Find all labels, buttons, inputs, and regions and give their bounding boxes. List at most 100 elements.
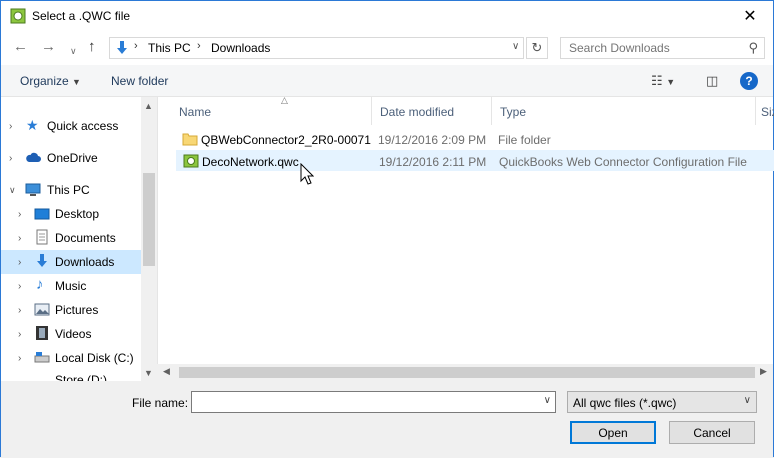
file-type: QuickBooks Web Connector Configuration F… (499, 155, 747, 169)
nav-item-pictures[interactable]: › Pictures (1, 298, 141, 322)
nav-item-quick-access[interactable]: › ★ Quick access (1, 114, 141, 138)
chevron-down-icon[interactable]: ∨ (9, 185, 16, 196)
forward-arrow-icon[interactable]: → (41, 39, 56, 55)
nav-item-music[interactable]: › ♪ Music (1, 274, 141, 298)
command-bar: Organize ▼ New folder ☷ ▼ ◫ ? (1, 65, 773, 97)
breadcrumb-separator-icon: › (197, 40, 201, 52)
chevron-down-icon: ∨ (743, 395, 751, 406)
refresh-button[interactable]: ↻ (526, 37, 548, 59)
scroll-left-icon[interactable]: ◀ (163, 366, 170, 377)
folder-icon (182, 133, 198, 146)
nav-label: Quick access (47, 119, 119, 133)
nav-item-desktop[interactable]: › Desktop (1, 202, 141, 226)
nav-item-documents[interactable]: › Documents (1, 226, 141, 250)
file-type-filter-value: All qwc files (*.qwc) (573, 396, 677, 410)
scroll-down-icon[interactable]: ▼ (144, 368, 153, 378)
navigation-scrollbar[interactable]: ▲ ▼ (141, 97, 157, 381)
file-type-filter-select[interactable]: All qwc files (*.qwc) ∨ (567, 391, 757, 413)
scrollbar-thumb[interactable] (179, 367, 755, 378)
search-input[interactable] (561, 38, 741, 58)
column-header-label: Type (500, 105, 527, 119)
nav-item-videos[interactable]: › Videos (1, 322, 141, 346)
navigation-pane: › ★ Quick access › OneDrive ∨ This PC › … (1, 97, 157, 381)
videos-icon (36, 326, 48, 340)
file-list: △ Name Date modified Type Siz QBWebConne… (157, 95, 774, 381)
nav-label: This PC (47, 183, 90, 197)
nav-label: OneDrive (47, 151, 98, 165)
chevron-down-icon[interactable]: ∨ (544, 395, 551, 406)
scrollbar-thumb[interactable] (143, 173, 155, 266)
column-header-label: Siz (761, 105, 774, 119)
pictures-icon (34, 303, 50, 316)
file-dialog: Select a .QWC file ✕ ← → ∨ ↑ › This PC ›… (0, 0, 774, 458)
chevron-right-icon[interactable]: › (18, 353, 21, 364)
chevron-right-icon[interactable]: › (9, 153, 12, 164)
chevron-right-icon[interactable]: › (18, 209, 21, 220)
recent-locations-chevron-icon[interactable]: ∨ (70, 43, 77, 59)
nav-label: Documents (55, 231, 116, 245)
chevron-right-icon[interactable]: › (18, 233, 21, 244)
file-date: 19/12/2016 2:09 PM (378, 133, 487, 147)
nav-item-store-d[interactable]: Store (D:) (1, 370, 141, 381)
column-header-name[interactable]: △ Name (171, 95, 372, 125)
nav-label: Music (55, 279, 87, 293)
nav-item-onedrive[interactable]: › OneDrive (1, 146, 141, 170)
documents-icon (36, 229, 48, 245)
breadcrumb-downloads[interactable]: Downloads (211, 41, 270, 55)
download-icon (37, 254, 47, 267)
scroll-up-icon[interactable]: ▲ (144, 101, 153, 111)
sort-ascending-icon: △ (281, 95, 288, 105)
nav-label: Pictures (55, 303, 99, 317)
column-header-type[interactable]: Type (492, 97, 756, 125)
close-button[interactable]: ✕ (727, 1, 773, 31)
scroll-right-icon[interactable]: ▶ (760, 366, 767, 377)
file-type: File folder (498, 133, 551, 147)
file-date: 19/12/2016 2:11 PM (379, 155, 487, 169)
chevron-right-icon[interactable]: › (18, 281, 21, 292)
table-row[interactable]: DecoNetwork.qwc 19/12/2016 2:11 PM Quick… (176, 150, 774, 171)
file-name-input[interactable] (192, 392, 532, 412)
up-arrow-icon[interactable]: ↑ (88, 39, 96, 55)
address-bar[interactable]: › This PC › Downloads ∨ (109, 37, 524, 59)
qwc-file-icon (183, 154, 199, 168)
breadcrumb-separator-icon: › (134, 40, 138, 52)
chevron-right-icon[interactable]: › (18, 305, 21, 316)
file-name-label: File name: (132, 396, 189, 410)
chevron-right-icon[interactable]: › (18, 257, 21, 268)
breadcrumb-this-pc[interactable]: This PC (148, 41, 191, 55)
column-header-size[interactable]: Siz (756, 97, 774, 125)
search-icon: ⚲ (748, 40, 758, 55)
nav-label: Downloads (55, 255, 115, 269)
table-row[interactable]: QBWebConnector2_2R0-00071 19/12/2016 2:0… (176, 129, 774, 150)
file-name: QBWebConnector2_2R0-00071 (201, 133, 371, 147)
nav-item-local-disk-c[interactable]: › Local Disk (C:) (1, 346, 141, 370)
search-box[interactable]: ⚲ (560, 37, 765, 59)
desktop-icon (34, 208, 50, 220)
preview-pane-icon[interactable]: ◫ (706, 73, 718, 89)
cancel-button[interactable]: Cancel (669, 421, 755, 444)
nav-label: Store (D:) (55, 373, 108, 381)
chevron-right-icon[interactable]: › (18, 329, 21, 340)
download-icon (117, 41, 127, 54)
help-icon[interactable]: ? (740, 72, 758, 90)
file-list-horizontal-scrollbar[interactable]: ◀ ▶ (157, 364, 773, 381)
file-name-combobox[interactable]: ∨ (191, 391, 556, 413)
open-button[interactable]: Open (570, 421, 656, 444)
dialog-footer: File name: ∨ All qwc files (*.qwc) ∨ Ope… (1, 381, 773, 458)
mouse-cursor-icon (300, 163, 314, 185)
new-folder-button[interactable]: New folder (111, 74, 168, 88)
organize-button[interactable]: Organize ▼ (20, 74, 81, 88)
column-header-date-modified[interactable]: Date modified (372, 97, 492, 125)
computer-icon (25, 183, 41, 196)
nav-label: Videos (55, 327, 92, 341)
address-dropdown-icon[interactable]: ∨ (512, 41, 519, 52)
file-name: DecoNetwork.qwc (202, 155, 299, 169)
view-options-icon[interactable]: ☷ ▼ (651, 73, 675, 89)
nav-item-this-pc[interactable]: ∨ This PC (1, 178, 141, 202)
column-header-label: Name (179, 105, 212, 119)
back-arrow-icon[interactable]: ← (13, 39, 28, 55)
chevron-right-icon[interactable]: › (9, 121, 12, 132)
title-bar: Select a .QWC file ✕ (1, 1, 773, 31)
organize-label: Organize (20, 74, 69, 88)
nav-item-downloads[interactable]: › Downloads (1, 250, 141, 274)
